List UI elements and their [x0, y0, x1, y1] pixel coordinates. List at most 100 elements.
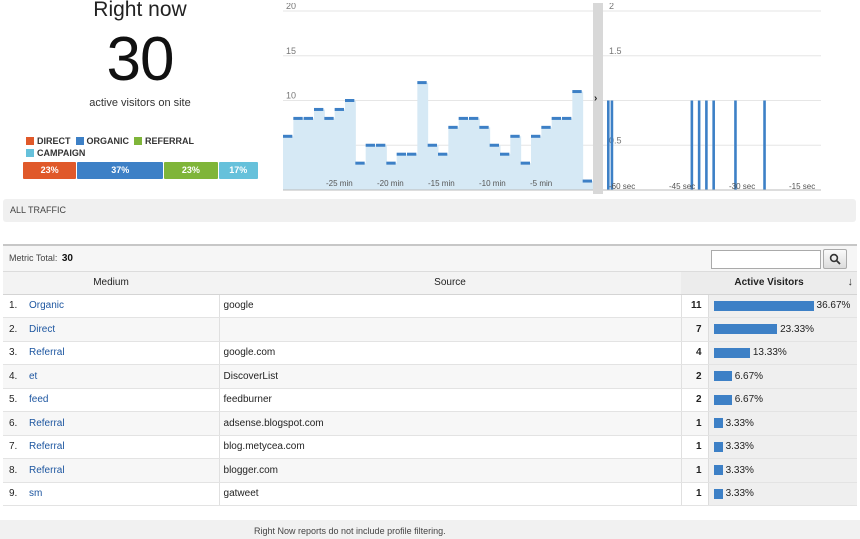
- data-point: [438, 152, 448, 156]
- share-percent: 36.67%: [816, 300, 851, 312]
- share-bar-wrap: 13.33%: [713, 347, 854, 359]
- area-fill: [314, 109, 325, 190]
- share-cell: 3.33%: [708, 435, 858, 459]
- area-fill: [458, 118, 470, 190]
- medium-cell: Referral: [25, 411, 220, 436]
- legend-swatch: [26, 149, 34, 157]
- share-percent: 3.33%: [725, 417, 754, 429]
- share-bar: [713, 300, 814, 311]
- share-percent: 3.33%: [725, 464, 754, 476]
- share-bar-wrap: 3.33%: [713, 488, 854, 499]
- share-cell: 6.67%: [708, 364, 858, 389]
- area-fill: [407, 154, 418, 190]
- source-cell: google: [219, 294, 682, 318]
- column-header-source[interactable]: Source: [219, 272, 682, 295]
- share-bar: [713, 441, 723, 452]
- medium-source-table: Medium Source Active Visitors ↓ 1. Organi…: [3, 272, 858, 506]
- share-bar-wrap: 6.67%: [713, 394, 854, 405]
- table-row: 7. Referral blog.metycea.com 1 3.33%: [3, 435, 858, 459]
- area-fill: [293, 118, 305, 190]
- per-second-chart: 0.51.52-60 sec -45 sec -30 sec -15 sec: [603, 3, 821, 191]
- chevron-right-icon[interactable]: ›: [594, 93, 597, 104]
- table-search-button[interactable]: [823, 249, 847, 269]
- data-bar: [607, 100, 610, 190]
- metric-total-label: Metric Total:: [9, 253, 58, 263]
- area-fill: [365, 145, 377, 190]
- sort-down-icon[interactable]: ↓: [848, 276, 854, 288]
- area-fill: [283, 136, 294, 190]
- column-header-medium[interactable]: Medium: [3, 272, 220, 295]
- traffic-mix-segment: 23%: [164, 162, 218, 179]
- share-bar-wrap: 3.33%: [713, 464, 854, 476]
- table-row: 1. Organic google 11 36.67%: [3, 294, 858, 318]
- data-point: [365, 143, 375, 147]
- share-cell: 13.33%: [708, 341, 858, 365]
- y-tick-label: 10: [286, 91, 296, 101]
- column-header-active-visitors[interactable]: Active Visitors ↓: [681, 272, 858, 295]
- data-bar: [697, 100, 701, 190]
- share-bar: [713, 418, 723, 429]
- data-point: [469, 116, 479, 120]
- medium-link[interactable]: et: [29, 371, 37, 382]
- medium-link[interactable]: Direct: [29, 324, 55, 335]
- traffic-mix-segment: 23%: [23, 162, 77, 179]
- table-row: 5. feed feedburner 2 6.67%: [3, 388, 858, 412]
- share-bar: [713, 465, 723, 476]
- row-index: 2.: [3, 317, 25, 342]
- medium-cell: Referral: [25, 435, 220, 459]
- active-visitors-count-cell: 11: [681, 294, 709, 318]
- source-cell: google.com: [219, 341, 682, 365]
- legend-label: ORGANIC: [86, 136, 130, 146]
- data-point: [510, 134, 520, 138]
- active-visitors-count: 30: [106, 25, 175, 94]
- active-visitors-subtitle: active visitors on site: [89, 97, 191, 109]
- legend-item-direct: DIRECT: [26, 135, 71, 147]
- traffic-mix-bar: 23% 37% 23% 17%: [23, 162, 259, 179]
- table-row: 6. Referral adsense.blogspot.com 1 3.33%: [3, 411, 858, 436]
- medium-link[interactable]: feed: [29, 394, 48, 405]
- source-cell: adsense.blogspot.com: [219, 411, 682, 436]
- y-tick-label: 2: [609, 3, 614, 11]
- area-fill: [345, 100, 356, 190]
- medium-link[interactable]: Referral: [29, 418, 65, 429]
- medium-link[interactable]: sm: [29, 488, 42, 499]
- row-index: 1.: [3, 294, 25, 318]
- medium-link[interactable]: Organic: [29, 300, 64, 311]
- traffic-type-legend: DIRECT ORGANIC REFERRAL CAMPAIGN: [26, 135, 256, 159]
- y-tick-label: 15: [286, 46, 296, 56]
- legend-swatch: [26, 137, 34, 145]
- medium-cell: et: [25, 364, 220, 389]
- source-cell: feedburner: [219, 388, 682, 412]
- medium-cell: Direct: [25, 317, 220, 342]
- area-fill: [562, 118, 573, 190]
- legend-swatch: [134, 137, 142, 145]
- table-body: 1. Organic google 11 36.67% 2. Direct 7 23.33% 3.…: [3, 294, 858, 506]
- share-percent: 13.33%: [752, 347, 787, 359]
- data-point: [479, 125, 489, 129]
- active-visitors-count-cell: 2: [681, 388, 709, 412]
- share-bar-wrap: 36.67%: [713, 300, 854, 312]
- medium-link[interactable]: Referral: [29, 347, 65, 358]
- medium-link[interactable]: Referral: [29, 465, 65, 476]
- table-search-input[interactable]: [711, 250, 821, 269]
- row-index: 8.: [3, 458, 25, 483]
- source-cell: gatweet: [219, 482, 682, 506]
- medium-link[interactable]: Referral: [29, 441, 65, 452]
- legend-item-referral: REFERRAL: [134, 135, 194, 147]
- source-cell: [219, 317, 682, 342]
- medium-source-table-panel: Metric Total: 30 Medium Source Active Vi…: [3, 244, 858, 506]
- x-tick-label: -45 sec: [669, 182, 695, 191]
- footer-note: Right Now reports do not include profile…: [254, 526, 446, 536]
- data-point: [572, 90, 582, 94]
- share-percent: 3.33%: [725, 441, 754, 453]
- table-row: 2. Direct 7 23.33%: [3, 317, 858, 342]
- row-index: 6.: [3, 411, 25, 436]
- share-bar: [713, 347, 750, 358]
- y-tick-label: 1.5: [609, 46, 622, 56]
- share-bar-wrap: 3.33%: [713, 417, 854, 429]
- x-tick-label: -10 min: [479, 179, 506, 188]
- active-visitors-header-label: Active Visitors: [734, 277, 804, 289]
- medium-cell: feed: [25, 388, 220, 412]
- row-index: 9.: [3, 482, 25, 506]
- data-point: [303, 116, 313, 120]
